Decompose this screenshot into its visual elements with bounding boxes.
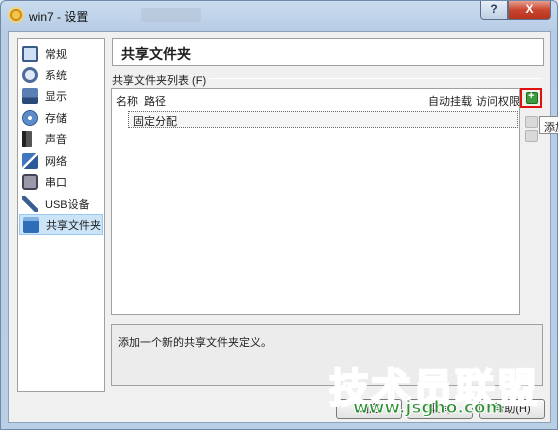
- group-divider: [209, 78, 541, 79]
- sidebar-item-storage[interactable]: 存储: [19, 107, 103, 128]
- list-item-name: 固定分配: [133, 116, 177, 128]
- add-folder-icon: [526, 90, 538, 104]
- display-icon: [22, 87, 38, 104]
- serial-port-icon: [22, 173, 38, 190]
- network-icon: [22, 152, 38, 169]
- close-button[interactable]: X: [508, 1, 551, 20]
- sidebar-item-display[interactable]: 显示: [19, 85, 103, 106]
- column-header-auto-mount[interactable]: 自动挂载: [428, 93, 472, 109]
- sidebar-item-label: 串口: [45, 176, 67, 189]
- shared-folders-list[interactable]: 名称 路径 自动挂载 访问权限 固定分配: [111, 88, 520, 315]
- description-box: 添加一个新的共享文件夹定义。: [111, 324, 543, 386]
- virtualbox-gear-icon: [8, 7, 24, 23]
- audio-speaker-icon: [22, 130, 38, 147]
- help-button[interactable]: ?: [480, 1, 508, 20]
- column-header-name[interactable]: 名称: [116, 93, 138, 109]
- sidebar-item-usb[interactable]: USB设备: [19, 193, 103, 214]
- sidebar-item-label: 共享文件夹: [46, 219, 101, 232]
- general-icon: [22, 45, 38, 62]
- sidebar-item-label: 网络: [45, 155, 67, 168]
- page-title-box: 共享文件夹: [112, 38, 544, 66]
- storage-disk-icon: [22, 109, 38, 126]
- shared-folders-list-label: 共享文件夹列表 (F): [112, 75, 207, 87]
- sidebar-item-label: 显示: [45, 90, 67, 103]
- title-bar[interactable]: win7 - 设置 ? X: [1, 1, 557, 29]
- sidebar-item-serial[interactable]: 串口: [19, 171, 103, 192]
- list-header: 名称 路径 自动挂载 访问权限: [112, 89, 520, 109]
- sidebar-item-network[interactable]: 网络: [19, 150, 103, 171]
- usb-icon: [22, 195, 38, 212]
- sidebar-item-label: USB设备: [45, 198, 90, 211]
- cancel-button[interactable]: 取消: [407, 399, 473, 419]
- dialog-client: 常规 系统 显示 存储 声音 网络 串口 USB设备 共享文件夹 共享文件夹 共…: [8, 31, 558, 423]
- remove-shared-folder-button[interactable]: [525, 130, 538, 142]
- add-tooltip: 添加: [539, 116, 558, 134]
- column-header-path[interactable]: 路径: [144, 93, 166, 109]
- description-text: 添加一个新的共享文件夹定义。: [118, 337, 272, 349]
- sidebar-item-label: 系统: [45, 69, 67, 82]
- window-title: win7 - 设置: [29, 10, 89, 24]
- settings-window: win7 - 设置 ? X 常规 系统 显示 存储 声音 网络 串口 USB设备…: [0, 0, 558, 430]
- system-icon: [22, 66, 38, 83]
- sidebar-item-label: 声音: [45, 133, 67, 146]
- list-item[interactable]: 固定分配: [128, 111, 518, 128]
- sidebar-item-audio[interactable]: 声音: [19, 128, 103, 149]
- sidebar-item-system[interactable]: 系统: [19, 64, 103, 85]
- settings-sidebar: 常规 系统 显示 存储 声音 网络 串口 USB设备 共享文件夹: [17, 38, 105, 392]
- sidebar-item-label: 存储: [45, 112, 67, 125]
- edit-shared-folder-button[interactable]: [525, 116, 538, 128]
- sidebar-item-general[interactable]: 常规: [19, 43, 103, 64]
- page-title: 共享文件夹: [121, 46, 191, 62]
- add-shared-folder-button[interactable]: [520, 88, 542, 108]
- sidebar-item-label: 常规: [45, 48, 67, 61]
- shared-folder-icon: [23, 216, 39, 233]
- background-window-ghost: [141, 8, 201, 22]
- help-dialog-button[interactable]: 帮助(H): [479, 399, 545, 419]
- column-header-access[interactable]: 访问权限: [476, 93, 520, 109]
- sidebar-item-shared-folders[interactable]: 共享文件夹: [19, 214, 103, 235]
- ok-button[interactable]: 确定: [336, 399, 402, 419]
